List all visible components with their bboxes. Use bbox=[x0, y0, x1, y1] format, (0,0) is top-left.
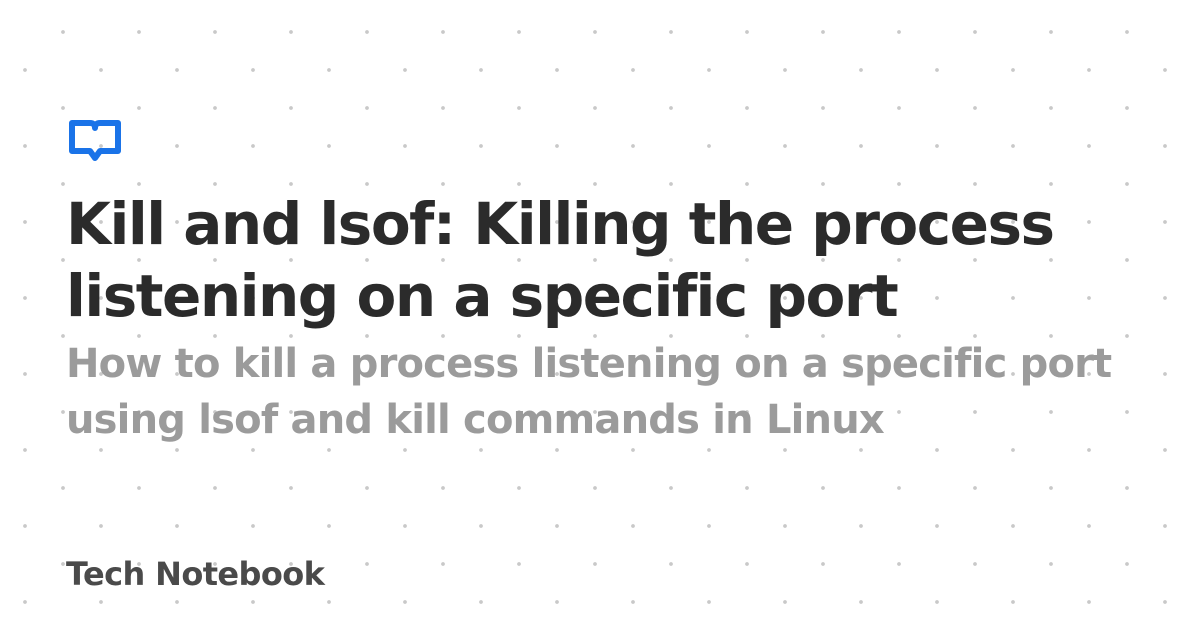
page-title: Kill and lsof: Killing the process liste… bbox=[66, 190, 1055, 330]
page-subtitle: How to kill a process listening on a spe… bbox=[66, 341, 1112, 443]
social-preview-card: Kill and lsof: Killing the process liste… bbox=[0, 0, 1200, 630]
book-icon bbox=[69, 120, 121, 161]
site-name: Tech Notebook bbox=[66, 555, 325, 593]
